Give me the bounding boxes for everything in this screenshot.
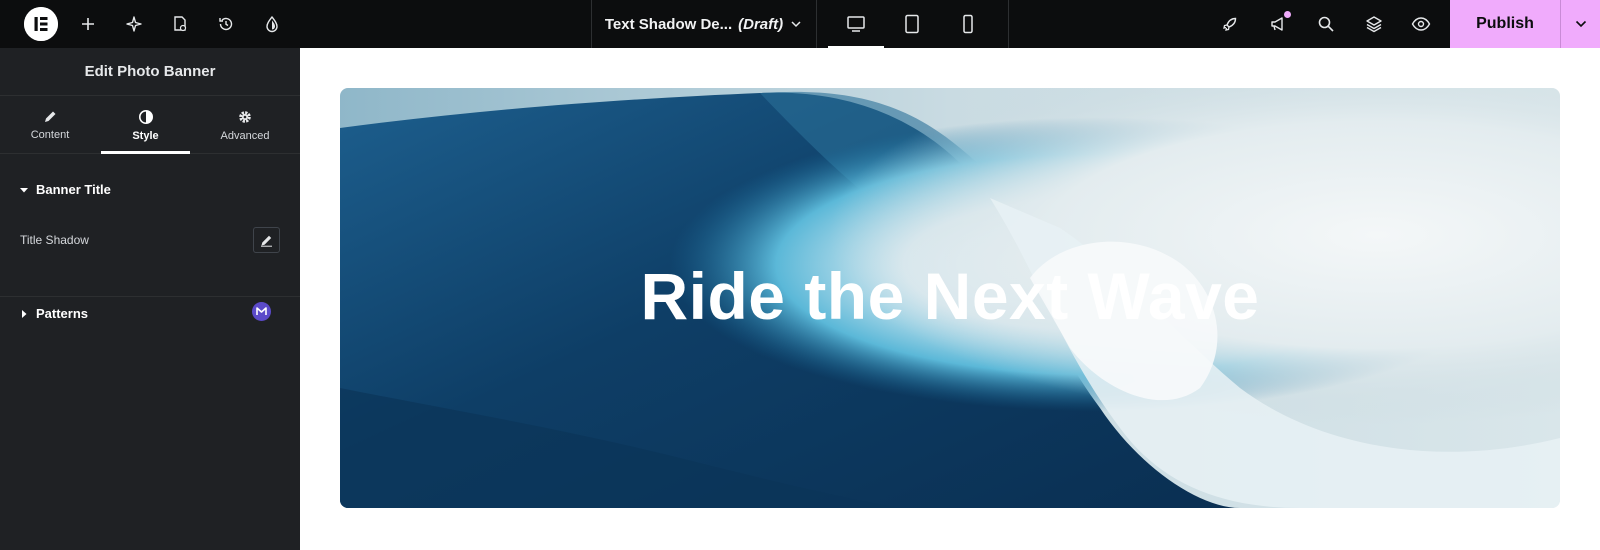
chevron-down-icon: [791, 21, 801, 28]
section-label: Banner Title: [36, 182, 111, 197]
rocket-icon: [1223, 17, 1237, 31]
elementor-logo-button[interactable]: [24, 7, 58, 41]
publish-options-button[interactable]: [1561, 0, 1600, 48]
publish-button[interactable]: Publish: [1450, 0, 1560, 48]
tab-style[interactable]: Style: [101, 96, 190, 154]
sparkle-icon: [126, 16, 142, 32]
divider: [1008, 0, 1009, 48]
section-label: Patterns: [36, 306, 89, 321]
contrast-icon: [138, 109, 153, 124]
photo-banner[interactable]: Ride the Next Wave: [340, 88, 1560, 508]
tablet-view-button[interactable]: [884, 0, 940, 48]
preview-button[interactable]: [1405, 0, 1437, 48]
panel-title: Edit Photo Banner: [0, 48, 300, 96]
history-icon: [219, 17, 233, 31]
pencil-icon: [45, 111, 56, 122]
layers-icon: [1366, 16, 1382, 33]
mobile-view-button[interactable]: [940, 0, 996, 48]
structure-button[interactable]: [1358, 0, 1390, 48]
title-shadow-edit-button[interactable]: [253, 227, 280, 253]
section-banner-title[interactable]: Banner Title: [20, 182, 111, 197]
search-button[interactable]: [1310, 0, 1342, 48]
section-patterns[interactable]: Patterns: [20, 306, 88, 321]
add-element-button[interactable]: [72, 0, 104, 48]
notification-dot: [1284, 11, 1291, 18]
site-settings-button[interactable]: [256, 0, 288, 48]
tab-label: Style: [132, 129, 159, 142]
history-button[interactable]: [210, 0, 242, 48]
tab-content[interactable]: Content: [2, 96, 98, 154]
document-title-dropdown[interactable]: Text Shadow De... (Draft): [592, 0, 816, 48]
elementor-logo-icon: [24, 7, 58, 41]
document-status: (Draft): [738, 15, 784, 33]
tab-advanced[interactable]: Advanced: [200, 96, 290, 154]
plus-icon: [82, 18, 94, 30]
gear-icon: [239, 110, 251, 123]
desktop-view-button[interactable]: [828, 0, 884, 48]
section-divider: [0, 296, 300, 297]
tab-label: Advanced: [220, 129, 270, 142]
title-shadow-label: Title Shadow: [20, 233, 89, 247]
droplet-icon: [266, 15, 278, 33]
preview-canvas: Ride the Next Wave: [300, 48, 1600, 550]
eye-icon: [1411, 17, 1431, 31]
page-settings-icon: [174, 16, 187, 32]
top-bar: Text Shadow De... (Draft) Publish: [0, 0, 1600, 48]
launchpad-button[interactable]: [1214, 0, 1246, 48]
desktop-icon: [847, 16, 865, 32]
tablet-icon: [905, 14, 919, 34]
tab-label: Content: [30, 128, 70, 141]
megaphone-icon: [1271, 17, 1283, 31]
document-name: Text Shadow De...: [604, 15, 733, 33]
search-icon: [1318, 16, 1334, 32]
caret-down-icon: [20, 187, 28, 192]
banner-title[interactable]: Ride the Next Wave: [340, 258, 1560, 334]
mobile-icon: [963, 14, 973, 34]
divider: [816, 0, 817, 48]
chevron-down-icon: [1575, 20, 1586, 28]
caret-right-icon: [22, 309, 27, 318]
panel-tabs: Content Style Advanced: [0, 96, 300, 154]
pro-badge-icon: [252, 302, 271, 321]
page-settings-button[interactable]: [164, 0, 196, 48]
divider: [1560, 0, 1561, 48]
pencil-icon: [261, 235, 272, 247]
ai-button[interactable]: [118, 0, 150, 48]
notifications-button[interactable]: [1262, 0, 1294, 48]
editor-panel: Edit Photo Banner Content Style Advanced…: [0, 48, 300, 550]
